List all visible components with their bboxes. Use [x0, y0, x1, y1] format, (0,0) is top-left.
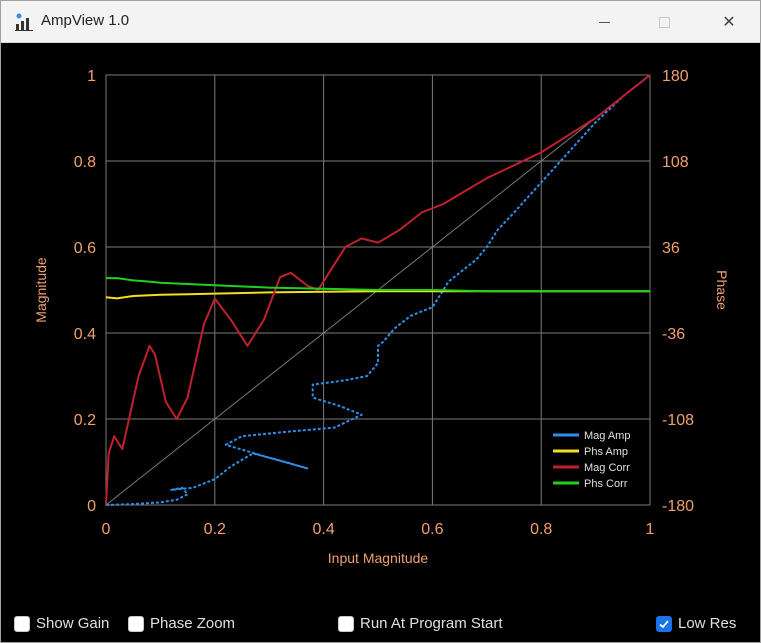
y2-tick-label: 108 [662, 154, 689, 171]
y2-axis-label: Phase [714, 270, 730, 310]
y-tick-label: 1 [87, 68, 96, 85]
app-window: AmpView 1.0 ✕ 0 0.2 0.4 0.6 0.8 1 0 0.2 0.4 0.6 0.… [0, 0, 761, 643]
phase-zoom-box[interactable] [128, 615, 144, 632]
y2-tick-label: 180 [662, 68, 689, 85]
x-tick-label: 1 [646, 521, 655, 538]
y-axis-label: Magnitude [33, 257, 49, 323]
y2-tick-label: -36 [662, 326, 685, 343]
run-at-start-label: Run At Program Start [360, 615, 503, 632]
legend-label-phs-corr: Phs Corr [584, 478, 628, 490]
x-tick-label: 0.8 [530, 521, 552, 538]
low-res-label: Low Res [678, 615, 737, 632]
close-icon: ✕ [722, 14, 736, 31]
y2-tick-label: 36 [662, 240, 680, 257]
minimize-icon [598, 21, 610, 23]
chart-panel: 0 0.2 0.4 0.6 0.8 1 0 0.2 0.4 0.6 0.8 1 -180 -108 -36 3… [1, 43, 760, 603]
minimize-button[interactable] [581, 1, 627, 43]
maximize-button[interactable] [641, 1, 687, 43]
run-at-start-box[interactable] [338, 615, 354, 632]
low-res-checkbox[interactable]: Low Res [656, 615, 736, 632]
options-bar: Show Gain Phase Zoom Run At Program Star… [1, 607, 760, 641]
phase-zoom-label: Phase Zoom [150, 615, 236, 632]
y2-tick-label: -108 [662, 412, 694, 429]
close-button[interactable]: ✕ [706, 1, 752, 43]
window-title: AmpView 1.0 [41, 12, 130, 29]
bar-chart-app-icon [14, 12, 34, 32]
phase-zoom-checkbox[interactable]: Phase Zoom [128, 615, 235, 632]
title-bar[interactable]: AmpView 1.0 ✕ [1, 1, 760, 43]
legend-label-mag-amp: Mag Amp [584, 430, 630, 442]
show-gain-label: Show Gain [36, 615, 110, 632]
legend-label-phs-amp: Phs Amp [584, 446, 628, 458]
legend-label-mag-corr: Mag Corr [584, 462, 630, 474]
amplitude-chart: 0 0.2 0.4 0.6 0.8 1 0 0.2 0.4 0.6 0.8 1 -180 -108 -36 3… [33, 68, 730, 566]
y-tick-label: 0 [87, 498, 96, 515]
y-tick-label: 0.8 [74, 154, 96, 171]
x-tick-label: 0.4 [312, 521, 334, 538]
run-at-start-checkbox[interactable]: Run At Program Start [338, 615, 503, 632]
y-tick-label: 0.4 [74, 326, 96, 343]
show-gain-box[interactable] [14, 615, 30, 632]
maximize-icon [658, 16, 670, 28]
x-axis-label: Input Magnitude [328, 550, 429, 566]
x-tick-label: 0.6 [421, 521, 443, 538]
y-tick-label: 0.2 [74, 412, 96, 429]
y-tick-label: 0.6 [74, 240, 96, 257]
checkmark-icon [659, 619, 669, 628]
y2-tick-label: -180 [662, 498, 694, 515]
x-tick-label: 0.2 [204, 521, 226, 538]
x-tick-label: 0 [102, 521, 111, 538]
low-res-box[interactable] [656, 615, 672, 632]
show-gain-checkbox[interactable]: Show Gain [14, 615, 109, 632]
